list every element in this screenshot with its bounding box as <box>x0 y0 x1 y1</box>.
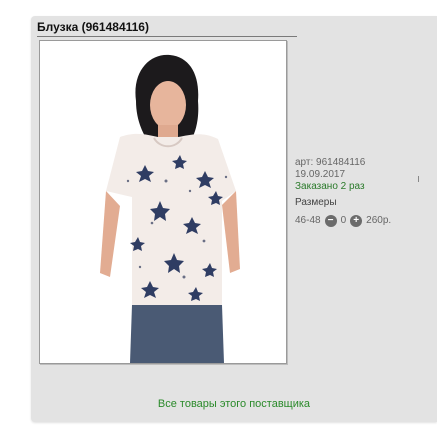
minus-icon: − <box>327 215 334 226</box>
sizes-label: Размеры <box>295 197 337 208</box>
divider-tick <box>418 176 419 182</box>
all-supplier-products-link[interactable]: Все товары этого поставщика <box>31 398 437 410</box>
plus-icon: + <box>353 215 360 226</box>
decrease-quantity-button[interactable]: − <box>324 215 337 227</box>
article-number: арт: 961484116 <box>295 157 366 168</box>
product-photo[interactable] <box>39 40 287 364</box>
size-value: 46-48 <box>295 215 321 226</box>
order-count: Заказано 2 раз <box>295 181 365 192</box>
product-info: арт: 961484116 19.09.2017 Заказано 2 раз… <box>295 157 391 227</box>
listing-date: 19.09.2017 <box>295 169 346 180</box>
quantity-value: 0 <box>340 215 347 226</box>
blouse-photo-image <box>100 54 240 363</box>
increase-quantity-button[interactable]: + <box>350 215 363 227</box>
size-row: 46-48 − 0 + 260р. <box>295 215 391 227</box>
product-card: Блузка (961484116) арт: 961484116 19.09.… <box>31 16 437 422</box>
price-value: 260р. <box>366 215 392 226</box>
product-title: Блузка (961484116) <box>37 20 149 34</box>
title-divider <box>37 36 297 37</box>
